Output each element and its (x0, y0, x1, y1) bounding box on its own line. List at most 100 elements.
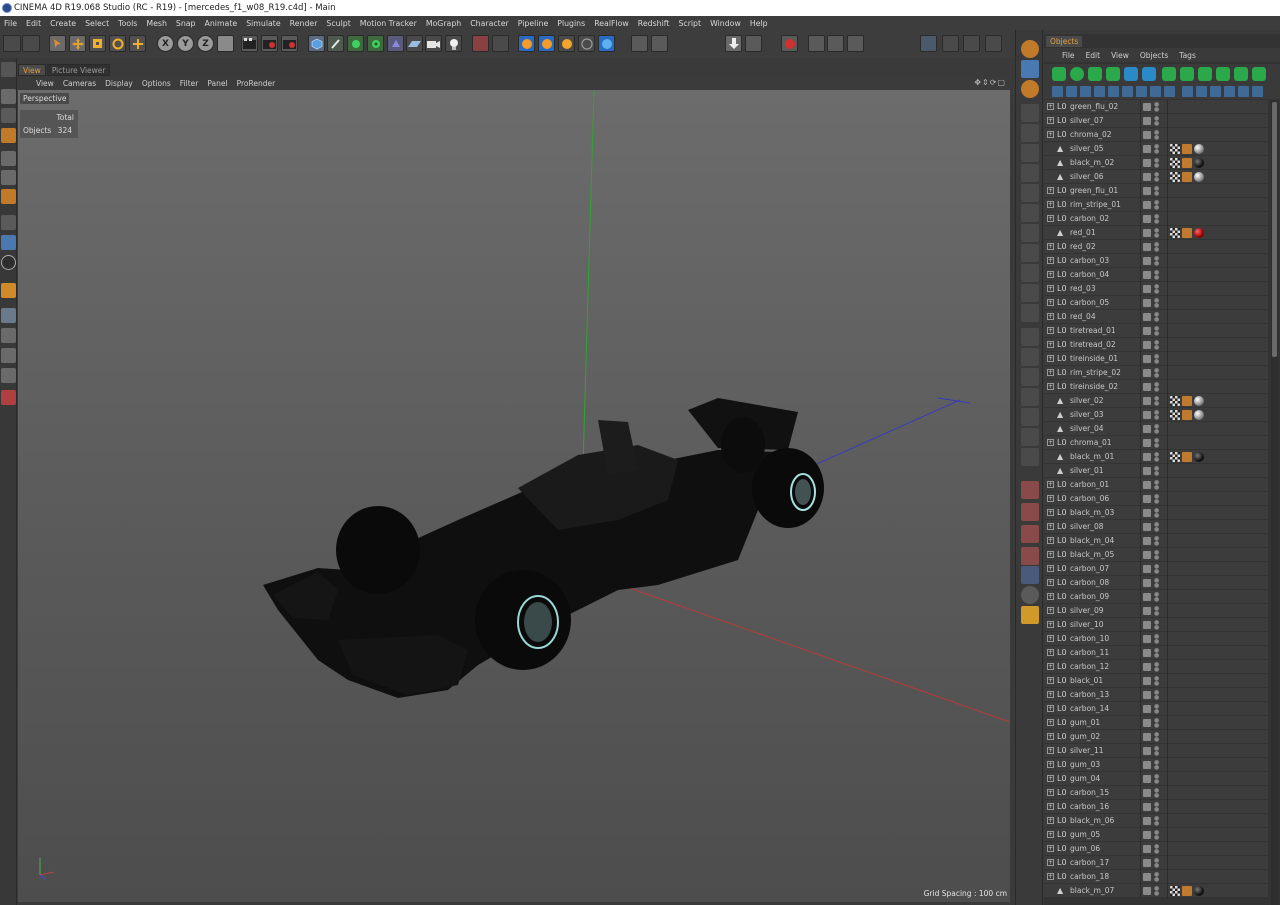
expand-toggle-icon[interactable]: + (1047, 845, 1054, 852)
object-row[interactable]: + L0 rim_stripe_02 ● ● (1044, 366, 1268, 380)
layer-icon[interactable] (1143, 803, 1151, 811)
layer-icon[interactable] (1143, 509, 1151, 517)
expand-toggle-icon[interactable]: + (1047, 775, 1054, 782)
null-object-icon[interactable] (1052, 67, 1066, 81)
object-name[interactable]: carbon_10 (1070, 632, 1109, 646)
expand-toggle-icon[interactable]: + (1047, 369, 1054, 376)
visibility-dots-icon[interactable]: ● ● (1154, 886, 1159, 897)
object-name[interactable]: carbon_17 (1070, 856, 1109, 870)
visibility-dots-icon[interactable]: ● ● (1154, 340, 1159, 351)
z-axis-lock-button[interactable]: Z (197, 35, 214, 52)
layer-icon[interactable] (1143, 159, 1151, 167)
object-row[interactable]: ▲ black_m_07 ● ● (1044, 884, 1268, 898)
visibility-dots-icon[interactable]: ● ● (1154, 480, 1159, 491)
cube-primitive-icon[interactable] (308, 35, 325, 52)
objects-menu-edit[interactable]: Edit (1086, 51, 1101, 60)
object-name[interactable]: carbon_18 (1070, 870, 1109, 884)
expand-toggle-icon[interactable]: + (1047, 565, 1054, 572)
filter-10-icon[interactable] (1182, 86, 1193, 97)
layer-icon[interactable] (1143, 201, 1151, 209)
material-tag-icon[interactable] (1194, 228, 1204, 238)
expand-toggle-icon[interactable]: + (1047, 257, 1054, 264)
uvw-tag-icon[interactable] (1170, 396, 1180, 406)
spline-object-icon[interactable] (1124, 67, 1138, 81)
layer-icon[interactable] (1143, 775, 1151, 783)
nurbs-icon[interactable] (347, 35, 364, 52)
uvw-tag-icon[interactable] (1170, 886, 1180, 896)
visibility-dots-icon[interactable]: ● ● (1154, 494, 1159, 505)
object-name[interactable]: carbon_13 (1070, 688, 1109, 702)
expand-toggle-icon[interactable]: + (1047, 649, 1054, 656)
workplane-tool-icon[interactable] (1, 128, 16, 143)
object-row[interactable]: ▲ black_m_01 ● ● (1044, 450, 1268, 464)
object-name[interactable]: silver_09 (1070, 604, 1104, 618)
visibility-dots-icon[interactable]: ● ● (1154, 312, 1159, 323)
material-tag-icon[interactable] (1194, 410, 1204, 420)
visibility-dots-icon[interactable]: ● ● (1154, 102, 1159, 113)
visibility-dots-icon[interactable]: ● ● (1154, 116, 1159, 127)
visibility-dots-icon[interactable]: ● ● (1154, 648, 1159, 659)
visibility-dots-icon[interactable]: ● ● (1154, 354, 1159, 365)
visibility-dots-icon[interactable]: ● ● (1154, 816, 1159, 827)
object-row[interactable]: + L0 carbon_02 ● ● (1044, 212, 1268, 226)
layer-icon[interactable] (1143, 733, 1151, 741)
visibility-dots-icon[interactable]: ● ● (1154, 578, 1159, 589)
boole-object-icon[interactable] (1162, 67, 1176, 81)
tool-slot-3-icon[interactable] (1021, 144, 1039, 162)
layout-3-icon[interactable] (985, 35, 1002, 52)
visibility-dots-icon[interactable]: ● ● (1154, 228, 1159, 239)
tool-slot-9-icon[interactable] (1021, 264, 1039, 282)
edges-tool-icon[interactable] (1, 170, 16, 185)
sphere-object-icon[interactable] (1070, 67, 1084, 81)
object-name[interactable]: carbon_16 (1070, 800, 1109, 814)
visibility-dots-icon[interactable]: ● ● (1154, 256, 1159, 267)
filter-1-icon[interactable] (1052, 86, 1063, 97)
cylinder-object-icon[interactable] (1106, 67, 1120, 81)
redshift-settings-icon[interactable] (847, 35, 864, 52)
layer-icon[interactable] (1143, 747, 1151, 755)
menu-script[interactable]: Script (678, 19, 701, 28)
menu-window[interactable]: Window (710, 19, 741, 28)
live-selection-icon[interactable] (49, 35, 66, 52)
objects-menu-objects[interactable]: Objects (1140, 51, 1168, 60)
tweak-tool-icon[interactable] (1, 235, 16, 250)
filter-4-icon[interactable] (1094, 86, 1105, 97)
viewport-nav-icons[interactable]: ✥⇕⟳▢ (974, 78, 1006, 87)
menu-mograph[interactable]: MoGraph (426, 19, 461, 28)
phong-tag-icon[interactable] (1182, 452, 1192, 462)
light-icon[interactable] (445, 35, 462, 52)
object-row[interactable]: + L0 black_m_06 ● ● (1044, 814, 1268, 828)
layer-icon[interactable] (1143, 579, 1151, 587)
material-tag-icon[interactable] (1194, 172, 1204, 182)
object-name[interactable]: carbon_14 (1070, 702, 1109, 716)
filter-3-icon[interactable] (1080, 86, 1091, 97)
menu-sculpt[interactable]: Sculpt (326, 19, 350, 28)
layer-4-icon[interactable] (1, 368, 16, 383)
camera-label[interactable]: Perspective (20, 93, 70, 104)
redshift-ipr-icon[interactable] (827, 35, 844, 52)
visibility-dots-icon[interactable]: ● ● (1154, 396, 1159, 407)
object-row[interactable]: + L0 tireinside_01 ● ● (1044, 352, 1268, 366)
expand-toggle-icon[interactable]: + (1047, 299, 1054, 306)
expand-toggle-icon[interactable]: + (1047, 803, 1054, 810)
object-name[interactable]: carbon_02 (1070, 212, 1109, 226)
object-name[interactable]: silver_02 (1070, 394, 1104, 408)
plugin-gear-icon[interactable] (745, 35, 762, 52)
menu-edit[interactable]: Edit (26, 19, 41, 28)
object-row[interactable]: + L0 carbon_09 ● ● (1044, 590, 1268, 604)
object-row[interactable]: + L0 carbon_03 ● ● (1044, 254, 1268, 268)
attributes-icon[interactable] (1021, 40, 1039, 58)
viewport-menu-filter[interactable]: Filter (180, 79, 199, 88)
deformer-icon[interactable] (387, 35, 404, 52)
layer-icon[interactable] (1143, 817, 1151, 825)
points-mode-icon[interactable] (518, 35, 535, 52)
menu-pipeline[interactable]: Pipeline (518, 19, 549, 28)
expand-toggle-icon[interactable]: + (1047, 187, 1054, 194)
object-row[interactable]: + L0 rim_stripe_01 ● ● (1044, 198, 1268, 212)
visibility-dots-icon[interactable]: ● ● (1154, 802, 1159, 813)
filter-2-icon[interactable] (1066, 86, 1077, 97)
expand-toggle-icon[interactable]: + (1047, 747, 1054, 754)
object-row[interactable]: + L0 red_02 ● ● (1044, 240, 1268, 254)
menu-help[interactable]: Help (750, 19, 768, 28)
visibility-dots-icon[interactable]: ● ● (1154, 592, 1159, 603)
